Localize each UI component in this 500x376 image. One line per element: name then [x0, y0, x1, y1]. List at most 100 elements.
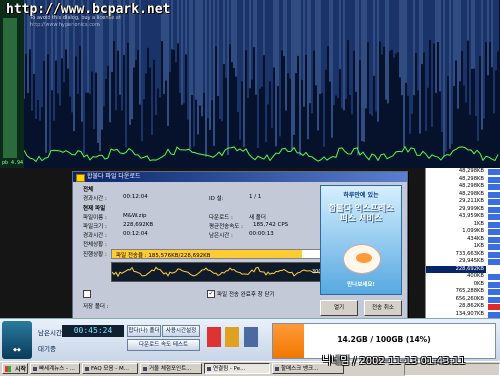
list-item-indicator — [488, 214, 500, 220]
list-item-indicator — [488, 236, 500, 243]
list-item-indicator — [488, 244, 500, 250]
list-item[interactable]: 28,862KB — [426, 303, 486, 311]
list-item-indicator — [488, 266, 500, 273]
close-after-complete-label: 파일 전송 완료후 창 닫기 — [217, 292, 275, 298]
taskbar-item[interactable]: 빠세계뉴스 - ... — [30, 363, 80, 374]
waiting-label: 대기중 — [38, 345, 56, 353]
file-progress-bar: 파일 전송율 : 185,576KB/228,692KB — [111, 249, 347, 259]
level-meter — [3, 18, 17, 158]
list-item-indicator — [488, 176, 500, 183]
filesize-label: 파일크기 : — [83, 224, 107, 230]
remain-label: 남은시간 : — [209, 233, 233, 239]
list-item-indicator — [488, 206, 500, 213]
filename-value: M&W.zip — [123, 213, 147, 219]
id-value: 1 / 1 — [249, 194, 262, 200]
open-folder-button[interactable]: 합다(나) 폴더 — [127, 325, 161, 337]
timestamp-overlay: 닉네임 / 2002-11-13 01:43:11 — [322, 356, 466, 367]
ad-top-text: 하루만에 있는 — [343, 192, 379, 199]
speed-graph: 300KCPS — [111, 262, 347, 282]
list-item[interactable]: 48,298KB — [426, 183, 486, 191]
list-item[interactable]: 1KB — [426, 243, 486, 251]
save-folder-label: 저장 폴더 : — [83, 304, 109, 310]
speed-graph-waveform — [112, 266, 346, 278]
section-all: 전체 — [83, 187, 94, 193]
list-item[interactable]: 765,288KB — [426, 288, 486, 296]
filename-label: 파일이름 : — [83, 215, 107, 221]
list-item[interactable]: 1KB — [426, 221, 486, 229]
list-item[interactable]: 48,298KB — [426, 191, 486, 199]
list-item-indicator — [488, 251, 500, 258]
elapsed-value: 00:12:04 — [123, 194, 148, 200]
list-item[interactable]: 1,099KB — [426, 228, 486, 236]
file-size-list: 48,298KB 48,298KB 48,298KB 48,298KB 29,211KB… — [425, 168, 500, 318]
list-item[interactable]: 656,260KB — [426, 296, 486, 304]
speed-wave — [112, 266, 346, 278]
remain-value: 00:00:13 — [249, 231, 274, 237]
fps-readout: pb 4.94 — [2, 160, 24, 166]
dialog-titlebar[interactable]: 합불다 파일 다운로드 — [73, 172, 407, 182]
list-item-indicator — [488, 191, 500, 198]
start-label: 시작 — [14, 366, 26, 373]
audio-visualizer: http://www.bcpark.net To avoid this dial… — [0, 0, 500, 168]
windows-flag-icon — [5, 366, 11, 372]
list-item[interactable]: 0KB — [426, 281, 486, 289]
avgspeed-label: 평균전송속도 : — [209, 224, 243, 230]
filesize-value: 228,692KB — [123, 222, 154, 228]
list-item-indicator — [488, 281, 500, 288]
start-button[interactable]: 시작 — [2, 363, 28, 374]
folder-icon — [76, 174, 85, 182]
visualizer-wave — [24, 145, 499, 163]
current-elapsed-value: 00:12:04 — [123, 231, 148, 237]
list-item-indicator — [488, 296, 500, 303]
list-item[interactable]: 29,945KB — [426, 258, 486, 266]
list-item-indicator — [488, 304, 500, 310]
visualizer-side-panel — [0, 0, 24, 168]
avgspeed-value: 185,742 CPS — [253, 222, 289, 228]
taskbar-item[interactable]: 연결됨 - Pe... — [204, 363, 270, 374]
status-label: 다운로드 : — [209, 215, 233, 221]
list-item[interactable]: 228,692KB — [426, 265, 486, 273]
toolbar-icon-2[interactable] — [225, 327, 239, 347]
list-item[interactable]: 733,663KB — [426, 251, 486, 259]
toolbar-icon-1[interactable] — [207, 327, 221, 347]
overall-label: 전체상황 : — [83, 242, 107, 248]
list-item[interactable]: 400KB — [426, 273, 486, 281]
list-item-indicator — [488, 229, 500, 235]
remain-time-display: 00:45:24 — [62, 325, 124, 337]
remain-time-label: 남은시간 — [38, 329, 62, 337]
list-item-indicator — [488, 289, 500, 295]
ad-banner[interactable]: 하루만에 있는 합불다 익스프레스 퍼스 서비스 만나보세요! — [320, 185, 402, 295]
list-item[interactable]: 43,959KB — [426, 213, 486, 221]
status-value: 새 폴더 — [249, 215, 266, 221]
ad-cta: 만나보세요! — [347, 282, 375, 288]
dialog-left-checkbox[interactable] — [83, 290, 91, 298]
list-item-indicator — [488, 259, 500, 265]
list-item-indicator — [488, 169, 500, 175]
list-item-indicator — [488, 311, 500, 318]
list-item[interactable]: 48,298KB — [426, 176, 486, 184]
taskbar-item[interactable]: 거울 체험포인트... — [140, 363, 202, 374]
watermark-notice: To avoid this dialog, buy a license at — [30, 15, 121, 21]
cancel-transfer-button[interactable]: 전송 취소 — [364, 300, 402, 316]
progress-label: 진행상황 : — [83, 252, 107, 258]
dialog-title: 합불다 파일 다운로드 — [87, 173, 141, 180]
list-item[interactable]: 29,211KB — [426, 198, 486, 206]
logo-glyph: ◆◆ — [13, 347, 21, 353]
list-item[interactable]: 134,907KB — [426, 311, 486, 319]
list-item-indicator — [488, 199, 500, 205]
toolbar-icon-3[interactable] — [244, 327, 258, 347]
list-item[interactable]: 434KB — [426, 236, 486, 244]
egg-mascot-icon — [343, 244, 381, 274]
open-button[interactable]: 열기 — [320, 300, 358, 316]
close-after-complete-checkbox[interactable]: ✓ — [207, 290, 215, 298]
watermark-link: http://www.hyperionics.com — [30, 22, 100, 28]
taskbar-item[interactable]: FAQ 모음 - M... — [82, 363, 138, 374]
list-item-indicator — [488, 221, 500, 228]
id-label: ID 설: — [209, 196, 224, 202]
list-item-indicator — [488, 184, 500, 190]
usage-time-button[interactable]: 사용시간설정 — [162, 325, 200, 337]
speed-test-button[interactable]: 다운로드 속도 테스트 — [127, 339, 200, 351]
list-item[interactable]: 48,298KB — [426, 168, 486, 176]
quota-progress-text: 14.2GB / 100GB (14%) — [337, 335, 431, 344]
list-item[interactable]: 29,999KB — [426, 206, 486, 214]
